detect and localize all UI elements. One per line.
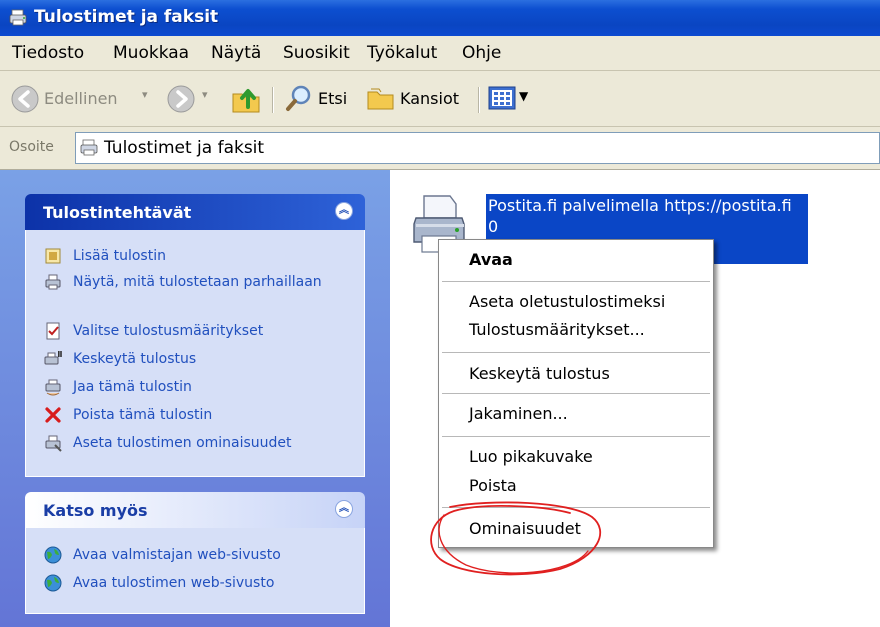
forward-button[interactable]: ▾: [166, 83, 216, 115]
back-label: Edellinen: [44, 89, 118, 108]
forward-arrow-icon: [167, 85, 195, 113]
menu-bar: Tiedosto Muokkaa Näytä Suosikit Työkalut…: [0, 36, 880, 71]
menu-item-delete[interactable]: Poista: [469, 476, 517, 495]
views-button[interactable]: ▼: [488, 85, 540, 113]
back-button[interactable]: Edellinen ▾: [10, 83, 160, 115]
task-printer-properties[interactable]: Aseta tulostimen ominaisuudet: [44, 434, 353, 452]
printer-folder-icon: [80, 139, 98, 156]
see-also-header[interactable]: Katso myös ︽: [25, 492, 365, 528]
menu-tools[interactable]: Työkalut: [367, 43, 437, 63]
globe-icon: [44, 574, 62, 592]
pause-printer-icon: [44, 351, 62, 365]
forward-dropdown-icon[interactable]: ▾: [202, 88, 208, 101]
title-bar: Tulostimet ja faksit: [0, 0, 880, 36]
link-printer-website[interactable]: Avaa tulostimen web-sivusto: [44, 574, 353, 592]
menu-view[interactable]: Näytä: [211, 43, 261, 63]
preferences-icon: [46, 322, 60, 340]
views-dropdown-icon[interactable]: ▼: [519, 89, 528, 103]
see-also-title: Katso myös: [43, 501, 148, 520]
red-circle-annotation: [430, 501, 602, 576]
menu-item-pause-printing[interactable]: Keskeytä tulostus: [469, 364, 610, 383]
menu-item-create-shortcut[interactable]: Luo pikakuvake: [469, 447, 593, 466]
menu-item-open[interactable]: Avaa: [469, 250, 513, 269]
add-printer-icon: [45, 248, 61, 264]
share-printer-icon: [45, 379, 61, 396]
back-dropdown-icon[interactable]: ▾: [142, 88, 148, 101]
see-also-body: Avaa valmistajan web-sivusto Avaa tulost…: [25, 528, 365, 614]
menu-favorites[interactable]: Suosikit: [283, 43, 350, 63]
menu-edit[interactable]: Muokkaa: [113, 43, 189, 63]
folders-icon: [367, 88, 394, 110]
globe-icon: [44, 546, 62, 564]
address-label: Osoite: [9, 139, 54, 155]
up-folder-icon: [232, 89, 260, 113]
menu-separator: [442, 393, 710, 394]
see-also-panel: Katso myös ︽ Avaa valmistajan web-sivust…: [25, 492, 365, 614]
printer-tasks-header[interactable]: Tulostintehtävät ︽: [25, 194, 365, 230]
task-share-printer[interactable]: Jaa tämä tulostin: [44, 378, 353, 396]
task-pane: Tulostintehtävät ︽ Lisää tulostin Näytä,…: [0, 170, 390, 627]
menu-separator: [442, 281, 710, 282]
folders-button[interactable]: Kansiot: [366, 83, 474, 115]
search-label: Etsi: [318, 89, 348, 108]
collapse-chevron-icon[interactable]: ︽: [335, 202, 353, 220]
up-folder-button[interactable]: [230, 82, 264, 116]
task-printing-preferences[interactable]: Valitse tulostusmääritykset: [44, 322, 353, 340]
views-icon: [488, 86, 516, 110]
printer-name-line2: 0: [488, 217, 499, 236]
task-delete-printer[interactable]: Poista tämä tulostin: [44, 406, 353, 424]
task-see-whats-printing[interactable]: Näytä, mitä tulostetaan parhaillaan: [44, 273, 353, 291]
print-queue-icon: [45, 274, 61, 290]
printer-name-line1: Postita.fi palvelimella https://postita.…: [488, 196, 792, 215]
menu-item-set-default[interactable]: Aseta oletustulostimeksi: [469, 292, 665, 311]
window-title: Tulostimet ja faksit: [34, 7, 219, 27]
back-arrow-icon: [11, 85, 39, 113]
printer-folder-icon: [9, 9, 27, 26]
printer-tasks-panel: Tulostintehtävät ︽ Lisää tulostin Näytä,…: [25, 194, 365, 477]
link-manufacturer-website[interactable]: Avaa valmistajan web-sivusto: [44, 546, 353, 564]
task-add-printer[interactable]: Lisää tulostin: [44, 247, 353, 265]
menu-separator: [442, 352, 710, 353]
address-value: Tulostimet ja faksit: [104, 138, 265, 158]
printer-tasks-body: Lisää tulostin Näytä, mitä tulostetaan p…: [25, 230, 365, 477]
search-button[interactable]: Etsi: [284, 83, 360, 115]
menu-file[interactable]: Tiedosto: [12, 43, 84, 63]
address-field[interactable]: Tulostimet ja faksit: [75, 132, 880, 164]
toolbar: Edellinen ▾ ▾ Etsi Kansiot ▼: [0, 71, 880, 127]
printer-tasks-title: Tulostintehtävät: [43, 203, 192, 222]
delete-icon: [45, 407, 61, 423]
collapse-chevron-icon[interactable]: ︽: [335, 500, 353, 518]
printer-properties-icon: [45, 435, 62, 452]
menu-separator: [442, 436, 710, 437]
task-pause-printing[interactable]: Keskeytä tulostus: [44, 350, 353, 368]
menu-item-printing-preferences[interactable]: Tulostusmääritykset...: [469, 320, 645, 339]
folders-label: Kansiot: [400, 89, 459, 108]
search-icon: [286, 85, 311, 111]
address-bar: Osoite Tulostimet ja faksit: [0, 127, 880, 170]
menu-help[interactable]: Ohje: [462, 43, 501, 63]
menu-item-sharing[interactable]: Jakaminen...: [469, 404, 568, 423]
